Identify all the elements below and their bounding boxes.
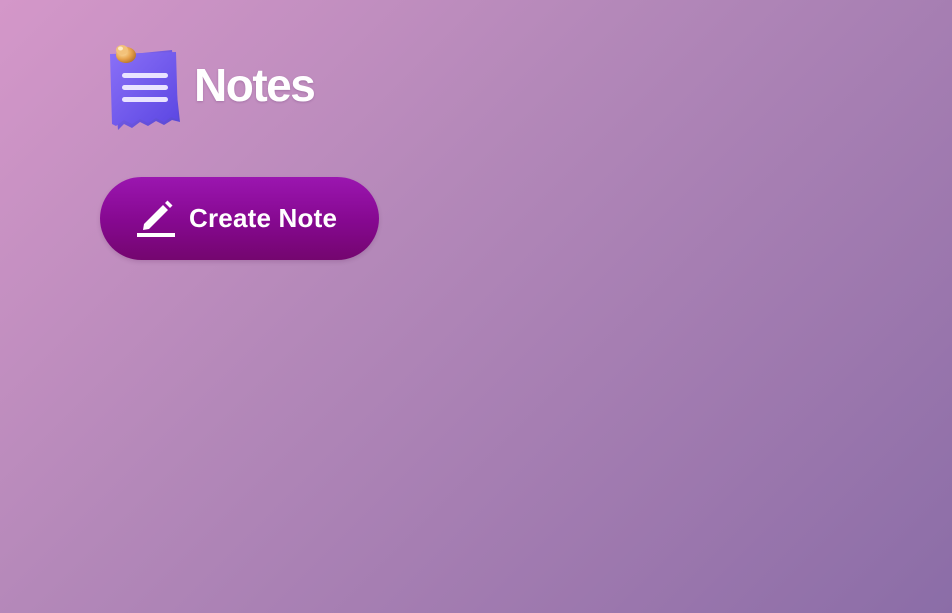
app-title: Notes — [194, 59, 316, 111]
create-note-label: Create Note — [189, 203, 338, 233]
pencil-edit-icon — [137, 200, 175, 237]
notepad-with-pushpin-icon — [110, 45, 180, 130]
create-note-button[interactable]: Create Note — [100, 177, 379, 260]
app-header: Notes — [106, 42, 316, 134]
notes-app: Notes Create Note — [0, 0, 952, 613]
